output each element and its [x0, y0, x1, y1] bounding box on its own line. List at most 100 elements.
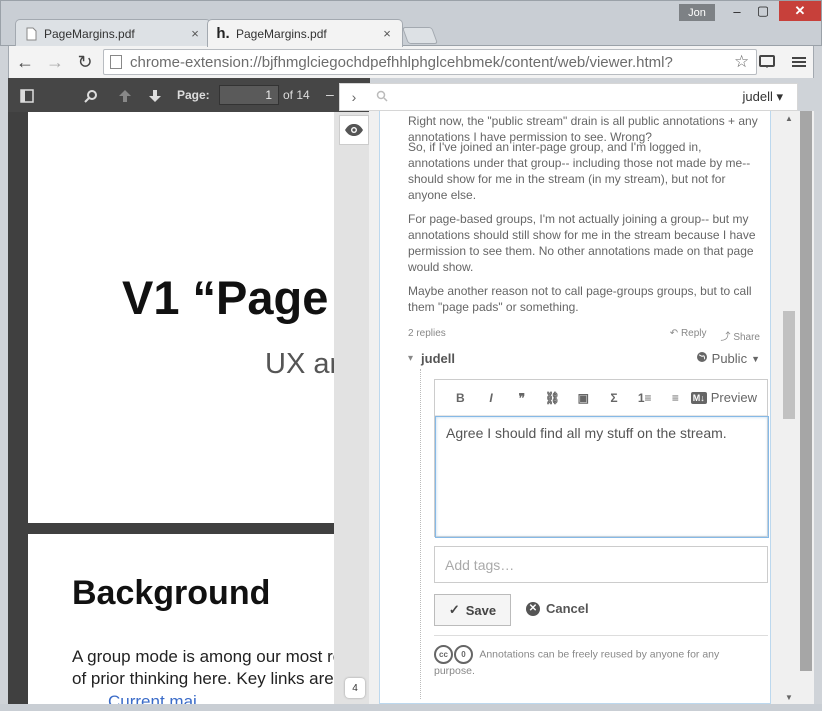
new-tab-button[interactable]: [401, 27, 439, 44]
scrollbar-thumb[interactable]: [783, 311, 795, 419]
document-title: V1 “Page Gr: [122, 271, 370, 324]
image-button[interactable]: ▣: [568, 391, 599, 405]
thread-line: [420, 369, 421, 699]
url-text[interactable]: chrome-extension://bjfhmglciegochdpefhhl…: [130, 54, 734, 71]
cc0-license-icon[interactable]: cc 0: [434, 645, 473, 664]
search-icon[interactable]: [82, 87, 100, 105]
share-label: Share: [733, 332, 760, 343]
annotation-paragraph: Maybe another reason not to call page-gr…: [408, 284, 752, 314]
editor-toolbar: B I ❞ ⛓ ▣ Σ 1≡ ≡ M↓ Preview: [435, 380, 767, 416]
pdf-page: V1 “Page Gr UX and: [28, 112, 370, 523]
reply-header: ▾ judell Public ▼: [408, 351, 760, 366]
browser-toolbar: ← → ↻ chrome-extension://bjfhmglciegochd…: [8, 46, 814, 78]
tab-close-icon[interactable]: ×: [188, 26, 202, 41]
section-heading: Background: [72, 574, 271, 612]
body-line: A group mode is among our most requ: [72, 647, 362, 666]
page-total: of 14: [283, 88, 310, 102]
page-icon: [110, 55, 122, 69]
window-border: [0, 704, 822, 711]
profile-badge[interactable]: Jon: [679, 4, 715, 21]
window-titlebar: PageMargins.pdf × h. PageMargins.pdf × J…: [0, 0, 822, 47]
globe-icon: [696, 351, 708, 366]
markdown-editor: B I ❞ ⛓ ▣ Σ 1≡ ≡ M↓ Preview Agree I shou…: [434, 379, 769, 538]
save-button[interactable]: ✓ Save: [434, 594, 511, 626]
cast-icon[interactable]: [755, 50, 779, 74]
cancel-label: Cancel: [546, 601, 589, 616]
tab-pagemargins-1[interactable]: PageMargins.pdf ×: [15, 19, 211, 47]
cancel-x-icon: ✕: [526, 601, 540, 616]
pdf-toolbar: Page: 1 of 14 –: [8, 78, 370, 112]
reload-button[interactable]: ↻: [73, 50, 97, 74]
collapse-reply-icon[interactable]: ▾: [408, 353, 413, 364]
annotation-sidebar: Right now, the "public stream" drain is …: [369, 111, 780, 704]
body-text: A group mode is among our most requ of p…: [72, 646, 361, 690]
checkmark-icon: ✓: [448, 602, 460, 617]
previous-page-icon[interactable]: [116, 87, 134, 105]
annotation-paragraph: For page-based groups, I'm not actually …: [408, 212, 756, 274]
page-indicator: 4: [345, 678, 365, 698]
page-label: Page:: [177, 88, 210, 102]
eye-icon[interactable]: [339, 115, 369, 145]
pdf-page: Background A group mode is among our mos…: [28, 534, 370, 704]
tab-close-icon[interactable]: ×: [380, 26, 394, 41]
math-button[interactable]: Σ: [599, 391, 630, 405]
cancel-button[interactable]: ✕ Cancel: [526, 601, 589, 616]
minimize-button[interactable]: –: [725, 1, 749, 21]
document-icon: [24, 26, 38, 42]
sidebar-scrollbar[interactable]: ▲ ▼: [780, 111, 798, 704]
link-button[interactable]: ⛓: [537, 391, 568, 405]
reply-label: Reply: [680, 328, 707, 339]
annotation-meta: 2 replies ↶ Reply ⤴ Share: [408, 328, 760, 343]
save-label: Save: [465, 602, 497, 618]
annotation-textarea[interactable]: Agree I should find all my stuff on the …: [435, 416, 769, 538]
annotation-sidebar-topbar: › judell ▾: [339, 83, 798, 111]
bullet-list-button[interactable]: ≡: [660, 391, 691, 405]
zoom-out-button[interactable]: –: [326, 86, 334, 102]
license-notice: cc 0 Annotations can be freely reused by…: [434, 645, 752, 679]
bold-button[interactable]: B: [445, 391, 476, 405]
divider: [434, 635, 768, 636]
license-text: Annotations can be freely reused by anyo…: [434, 648, 720, 677]
tab-title: PageMargins.pdf: [236, 26, 327, 41]
next-page-icon[interactable]: [146, 87, 164, 105]
scrollbar-thumb[interactable]: [800, 111, 812, 671]
page-scrollbar[interactable]: [798, 111, 814, 704]
markdown-icon: M↓: [690, 391, 707, 404]
preview-button[interactable]: M↓ Preview: [690, 390, 757, 405]
cc-icon: cc: [434, 645, 453, 664]
zero-icon: 0: [454, 645, 473, 664]
hypothesis-icon: h.: [216, 25, 230, 42]
scroll-up-icon[interactable]: ▲: [780, 111, 798, 125]
search-icon[interactable]: [376, 90, 400, 105]
scroll-down-icon[interactable]: ▼: [780, 690, 798, 704]
back-button[interactable]: ←: [13, 50, 37, 74]
user-menu[interactable]: judell ▾: [743, 89, 784, 105]
tab-pagemargins-2[interactable]: h. PageMargins.pdf ×: [207, 19, 403, 47]
page-number-input[interactable]: 1: [219, 85, 279, 105]
chevron-down-icon: ▼: [751, 353, 760, 364]
replies-count[interactable]: 2 replies: [408, 328, 446, 343]
italic-button[interactable]: I: [476, 391, 507, 405]
forward-button[interactable]: →: [43, 50, 67, 74]
annotation-paragraph: So, if I've joined an inter-page group, …: [408, 140, 751, 202]
body-line: of prior thinking here. Key links are be: [72, 669, 358, 688]
reply-button[interactable]: ↶ Reply: [670, 328, 707, 343]
close-window-button[interactable]: ✕: [779, 1, 821, 21]
quote-button[interactable]: ❞: [506, 391, 537, 405]
menu-icon[interactable]: [787, 50, 811, 74]
annotation-card: Right now, the "public stream" drain is …: [379, 111, 771, 704]
privacy-label: Public: [711, 351, 748, 366]
numbered-list-button[interactable]: 1≡: [629, 391, 660, 405]
reply-username[interactable]: judell: [421, 351, 455, 366]
share-button[interactable]: ⤴ Share: [721, 328, 760, 343]
tags-input[interactable]: Add tags…: [434, 546, 768, 583]
document-link[interactable]: Current mai: [108, 692, 197, 704]
sidebar-toggle-icon[interactable]: [18, 87, 36, 105]
collapse-sidebar-icon[interactable]: ›: [340, 89, 368, 105]
pdf-viewer[interactable]: V1 “Page Gr UX and Background A group mo…: [8, 112, 370, 704]
preview-label: Preview: [710, 390, 757, 405]
maximize-button[interactable]: ▢: [751, 1, 775, 21]
address-bar[interactable]: chrome-extension://bjfhmglciegochdpefhhl…: [103, 49, 757, 75]
privacy-dropdown[interactable]: Public ▼: [696, 351, 760, 366]
bookmark-star-icon[interactable]: ☆: [734, 52, 756, 72]
